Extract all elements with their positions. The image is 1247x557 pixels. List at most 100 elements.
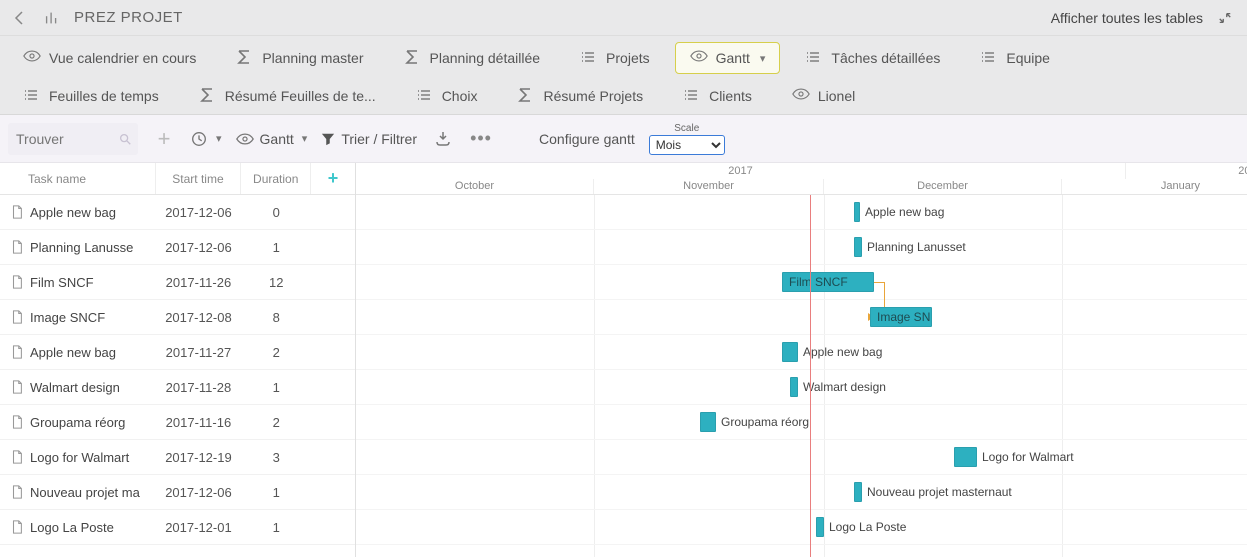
table-row[interactable]: Apple new bag2017-12-060 (0, 195, 355, 230)
bar-chart-icon[interactable] (40, 6, 64, 30)
tab-label: Résumé Feuilles de te... (225, 88, 376, 104)
task-start: 2017-11-27 (156, 345, 242, 360)
table-row[interactable]: Nouveau projet ma2017-12-061 (0, 475, 355, 510)
gantt-row[interactable]: Logo for Walmart (356, 440, 1247, 475)
gantt-bar-label: Nouveau projet masternaut (867, 485, 1012, 499)
tab-label: Projets (606, 50, 650, 66)
tab-gantt[interactable]: Gantt▾ (675, 42, 781, 74)
gantt-row[interactable]: Apple new bag (356, 195, 1247, 230)
gantt-row[interactable]: Walmart design (356, 370, 1247, 405)
timeline-year: 2018 (1126, 163, 1247, 179)
task-duration: 0 (241, 205, 311, 220)
list-icon (980, 49, 998, 67)
page-title: PREZ PROJET (74, 9, 183, 26)
gantt-row[interactable]: Film SNCF (356, 265, 1247, 300)
back-button[interactable] (10, 10, 30, 26)
gantt-bar[interactable]: Film SNCF (782, 272, 874, 292)
gantt-bar[interactable]: Walmart design (790, 377, 798, 397)
tab-label: Lionel (818, 88, 855, 104)
configure-gantt-button[interactable]: Configure gantt (539, 131, 635, 147)
task-start: 2017-12-06 (156, 240, 242, 255)
gantt-row[interactable]: Image SNCF (356, 300, 1247, 335)
gantt-bar[interactable]: Planning Lanusset (854, 237, 862, 257)
task-duration: 3 (241, 450, 311, 465)
col-header-duration[interactable]: Duration (241, 163, 311, 194)
gantt-row[interactable]: Nouveau projet masternaut (356, 475, 1247, 510)
gantt-bar[interactable]: Logo La Poste (816, 517, 824, 537)
task-name: Logo La Poste (30, 520, 114, 535)
history-button[interactable]: ▾ (190, 130, 222, 148)
gantt-bar-label: Apple new bag (803, 345, 882, 359)
file-icon (10, 415, 24, 429)
task-duration: 2 (241, 415, 311, 430)
table-row[interactable]: Image SNCF2017-12-088 (0, 300, 355, 335)
table-row[interactable]: Logo La Poste2017-12-011 (0, 510, 355, 545)
tab-lionel[interactable]: Lionel (777, 80, 870, 112)
tab-resume-projets[interactable]: Résumé Projets (502, 80, 658, 112)
tab-taches-detail[interactable]: Tâches détaillées (790, 42, 955, 74)
col-header-name[interactable]: Task name (0, 163, 156, 194)
table-row[interactable]: Planning Lanusse2017-12-061 (0, 230, 355, 265)
gantt-bar[interactable]: Logo for Walmart (954, 447, 977, 467)
table-row[interactable]: Apple new bag2017-11-272 (0, 335, 355, 370)
scale-select[interactable]: Mois (649, 135, 725, 155)
tab-clients[interactable]: Clients (668, 80, 767, 112)
gantt-row[interactable]: Planning Lanusset (356, 230, 1247, 265)
tab-resume-feuilles[interactable]: Résumé Feuilles de te... (184, 80, 391, 112)
collapse-icon[interactable] (1213, 6, 1237, 30)
task-duration: 1 (241, 380, 311, 395)
gantt-bar[interactable]: Apple new bag (854, 202, 860, 222)
gantt-bar[interactable]: Apple new bag (782, 342, 798, 362)
tab-equipe[interactable]: Equipe (965, 42, 1065, 74)
task-name: Logo for Walmart (30, 450, 129, 465)
sort-filter-label: Trier / Filtrer (341, 131, 417, 147)
task-start: 2017-12-19 (156, 450, 242, 465)
file-icon (10, 240, 24, 254)
download-icon[interactable] (431, 127, 455, 151)
tab-choix[interactable]: Choix (401, 80, 493, 112)
view-picker[interactable]: Gantt ▾ (236, 131, 308, 147)
task-name: Planning Lanusse (30, 240, 133, 255)
tab-planning-master[interactable]: Planning master (221, 42, 378, 74)
task-start: 2017-11-16 (156, 415, 242, 430)
file-icon (10, 275, 24, 289)
tab-label: Vue calendrier en cours (49, 50, 196, 66)
gantt-bar-label: Planning Lanusset (867, 240, 966, 254)
sort-filter-button[interactable]: Trier / Filtrer (321, 131, 417, 147)
col-header-add: + (311, 163, 355, 194)
tab-label: Clients (709, 88, 752, 104)
more-icon[interactable]: ••• (469, 127, 493, 151)
gantt-toolbar: + ▾ Gantt ▾ Trier / Filtrer ••• Configur… (0, 115, 1247, 163)
gantt-bar-label: Image SNCF (871, 310, 931, 324)
gantt-bar[interactable]: Image SNCF (870, 307, 932, 327)
today-marker (810, 195, 811, 557)
add-button[interactable]: + (152, 127, 176, 151)
task-start: 2017-12-08 (156, 310, 242, 325)
tab-vue-calendrier[interactable]: Vue calendrier en cours (8, 42, 211, 74)
tab-planning-detail[interactable]: Planning détaillée (389, 42, 556, 74)
table-row[interactable]: Walmart design2017-11-281 (0, 370, 355, 405)
gantt-bar[interactable]: Nouveau projet masternaut (854, 482, 862, 502)
table-row[interactable]: Film SNCF2017-11-2612 (0, 265, 355, 300)
gantt-row[interactable]: Groupama réorg (356, 405, 1247, 440)
gantt-row[interactable]: Apple new bag (356, 335, 1247, 370)
show-all-tables-link[interactable]: Afficher toutes les tables (1051, 10, 1203, 26)
gantt-bar[interactable]: Groupama réorg (700, 412, 716, 432)
tab-feuilles-temps[interactable]: Feuilles de temps (8, 80, 174, 112)
sigma-icon (404, 49, 422, 67)
gantt-bar-label: Logo La Poste (829, 520, 906, 534)
table-row[interactable]: Groupama réorg2017-11-162 (0, 405, 355, 440)
gantt-body[interactable]: Apple new bag Planning Lanusset Film SNCF I… (356, 195, 1247, 557)
app-topbar: PREZ PROJET Afficher toutes les tables (0, 0, 1247, 36)
gantt-bar-label: Groupama réorg (721, 415, 809, 429)
task-start: 2017-11-28 (156, 380, 242, 395)
col-header-start[interactable]: Start time (156, 163, 242, 194)
tab-label: Planning détaillée (430, 50, 541, 66)
gantt-row[interactable]: Logo La Poste (356, 510, 1247, 545)
add-column-icon[interactable]: + (328, 168, 339, 189)
table-row[interactable]: Logo for Walmart 2017-12-193 (0, 440, 355, 475)
tab-projets[interactable]: Projets (565, 42, 665, 74)
search-input[interactable] (8, 123, 138, 155)
task-start: 2017-12-06 (156, 205, 242, 220)
task-table: Task name Start time Duration + Apple ne… (0, 163, 356, 557)
